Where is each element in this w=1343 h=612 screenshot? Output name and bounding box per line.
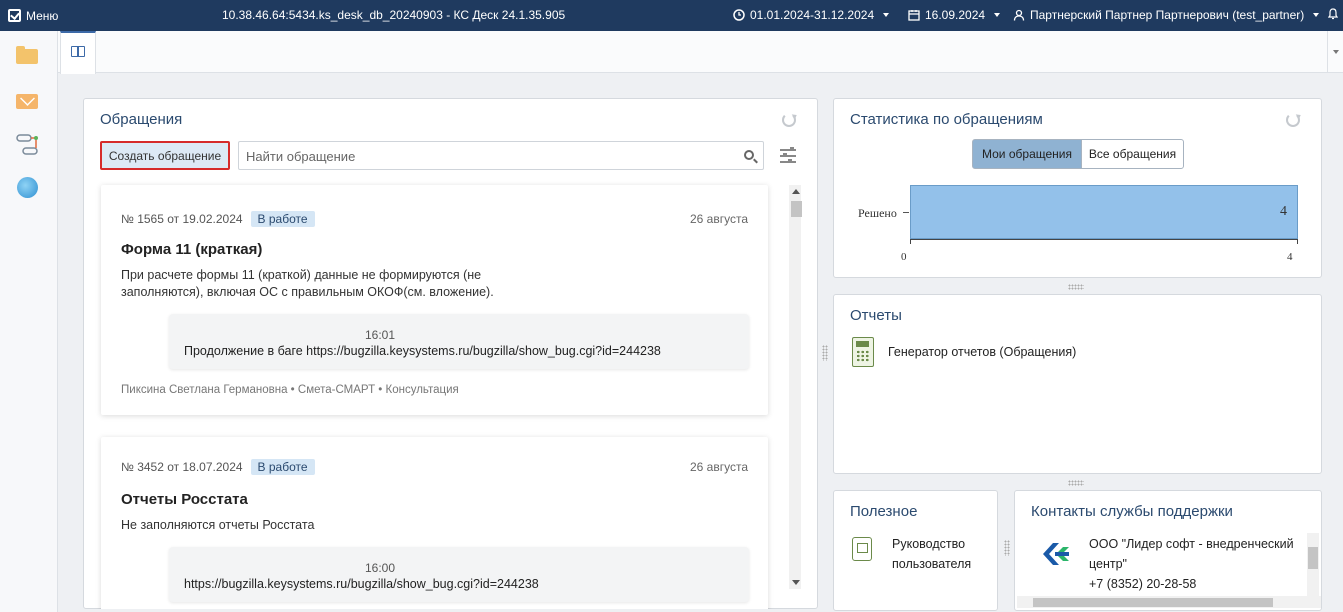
contact-org: ООО "Лидер софт - внедренческий центр"	[1089, 537, 1294, 571]
period-selector[interactable]: 01.01.2024-31.12.2024	[733, 8, 890, 22]
contacts-title: Контакты службы поддержки	[1031, 503, 1233, 520]
book-icon	[71, 46, 85, 57]
filter-settings-icon[interactable]	[776, 141, 802, 170]
reports-title: Отчеты	[850, 307, 902, 324]
refresh-icon[interactable]	[1286, 113, 1300, 127]
calendar-icon	[908, 10, 920, 21]
status-badge: В работе	[250, 459, 315, 475]
company-logo	[1043, 543, 1069, 565]
date-value: 16.09.2024	[925, 8, 986, 22]
all-appeals-toggle[interactable]: Все обращения	[1081, 139, 1184, 169]
appeals-list: № 1565 от 19.02.2024 В работе 26 августа…	[85, 181, 803, 609]
my-appeals-toggle[interactable]: Мои обращения	[972, 139, 1082, 169]
appeals-scrollbar[interactable]	[789, 185, 802, 589]
manual-icon	[852, 537, 872, 561]
menu-label: Меню	[26, 8, 59, 23]
category-label: Решено	[858, 206, 897, 220]
globe-icon[interactable]	[16, 177, 40, 199]
left-rail	[0, 31, 58, 612]
appeal-heading: Отчеты Росстата	[121, 491, 248, 508]
bell-icon[interactable]	[1327, 8, 1339, 24]
report-generator-label: Генератор отчетов (Обращения)	[888, 345, 1077, 359]
x-tick-label: 0	[901, 251, 907, 263]
bar-value-label: 4	[1280, 204, 1287, 219]
x-tick-label: 4	[1287, 251, 1293, 263]
contacts-vscrollbar[interactable]	[1307, 533, 1319, 597]
user-guide-line1: Руководство	[892, 537, 966, 551]
window-title: 10.38.46.64:5434.ks_desk_db_20240903 - К…	[222, 8, 566, 22]
x-tick	[1297, 239, 1298, 244]
appeal-footer: Пиксина Светлана Германовна • Смета-СМАР…	[121, 384, 459, 396]
folder-icon[interactable]	[16, 45, 40, 67]
tab-bar	[58, 31, 1343, 74]
checkbox-menu-icon	[8, 9, 21, 22]
appeal-date: 26 августа	[689, 460, 748, 474]
appeal-description: Не заполняются отчеты Росстата	[121, 518, 315, 532]
appeals-panel: Обращения Создать обращение Найти обраще…	[83, 98, 818, 609]
menu-button[interactable]: Меню	[0, 9, 200, 23]
scroll-thumb[interactable]	[791, 201, 802, 217]
stats-title: Статистика по обращениям	[850, 111, 1043, 128]
stats-panel: Статистика по обращениям Мои обращения В…	[833, 98, 1322, 278]
appeal-heading: Форма 11 (краткая)	[121, 241, 263, 258]
clock-icon	[733, 9, 745, 21]
chevron-down-icon	[994, 13, 1001, 17]
top-bar: Меню 10.38.46.64:5434.ks_desk_db_2024090…	[0, 0, 1343, 31]
user-icon	[1013, 9, 1025, 21]
message-time: 16:01	[365, 328, 396, 342]
resize-grip[interactable]	[822, 345, 828, 361]
message-text: https://bugzilla.keysystems.ru/bugzilla/…	[184, 577, 539, 591]
user-name: Партнерский Партнер Партнерович (test_pa…	[1030, 8, 1305, 22]
search-input[interactable]: Найти обращение	[238, 141, 764, 170]
appeal-card[interactable]: № 1565 от 19.02.2024 В работе 26 августа…	[101, 185, 768, 415]
user-guide-link[interactable]: Руководство пользователя	[892, 534, 971, 574]
chevron-down-icon	[1333, 50, 1339, 54]
message-time: 16:00	[365, 561, 396, 575]
contact-phone: +7 (8352) 20-28-58	[1089, 577, 1197, 591]
mail-icon[interactable]	[16, 91, 40, 113]
x-axis	[910, 239, 1298, 240]
useful-title: Полезное	[850, 503, 918, 520]
scroll-down-icon[interactable]	[792, 580, 800, 585]
date-selector[interactable]: 16.09.2024	[908, 8, 1001, 22]
period-value: 01.01.2024-31.12.2024	[750, 8, 875, 22]
chevron-down-icon	[1313, 13, 1320, 17]
status-badge: В работе	[250, 211, 315, 227]
user-selector[interactable]: Партнерский Партнер Партнерович (test_pa…	[1013, 8, 1320, 22]
reports-panel: Отчеты Генератор отчетов (Обращения)	[833, 294, 1322, 474]
tab-desk[interactable]	[60, 31, 96, 74]
tabs-dropdown-button[interactable]	[1327, 31, 1343, 73]
report-generator-link[interactable]: Генератор отчетов (Обращения)	[852, 337, 1076, 367]
useful-panel: Полезное Руководство пользователя	[833, 490, 998, 611]
appeal-card[interactable]: № 3452 от 18.07.2024 В работе 26 августа…	[101, 437, 768, 609]
calculator-icon	[852, 337, 874, 367]
resize-grip[interactable]	[1068, 284, 1084, 290]
create-appeal-button[interactable]: Создать обращение	[100, 141, 230, 170]
appeal-number: № 3452 от 18.07.2024	[121, 460, 243, 474]
resize-grip[interactable]	[1004, 540, 1010, 556]
chevron-down-icon	[883, 13, 890, 17]
refresh-icon[interactable]	[782, 113, 796, 127]
appeal-date: 26 августа	[689, 212, 748, 226]
scroll-up-icon[interactable]	[792, 189, 800, 194]
user-guide-line2: пользователя	[892, 557, 972, 571]
scroll-thumb[interactable]	[1033, 598, 1273, 607]
x-tick	[910, 239, 911, 244]
contacts-panel: Контакты службы поддержки ООО "Лидер соф…	[1014, 490, 1322, 611]
message-text: Продолжение в баге https://bugzilla.keys…	[184, 344, 661, 358]
search-placeholder: Найти обращение	[246, 149, 356, 164]
scroll-thumb[interactable]	[1308, 547, 1318, 569]
bar-resolved: 4	[910, 185, 1298, 239]
appeal-description: При расчете формы 11 (краткой) данные не…	[121, 268, 494, 299]
last-message: 16:00 https://bugzilla.keysystems.ru/bug…	[169, 547, 749, 602]
resize-grip[interactable]	[1068, 480, 1084, 486]
last-message: 16:01 Продолжение в баге https://bugzill…	[169, 314, 749, 369]
flow-icon[interactable]	[16, 133, 40, 155]
y-tick	[903, 212, 909, 213]
search-icon[interactable]	[744, 150, 754, 160]
appeals-title: Обращения	[100, 111, 183, 128]
appeal-number: № 1565 от 19.02.2024	[121, 212, 243, 226]
contacts-hscrollbar[interactable]	[1017, 596, 1321, 608]
